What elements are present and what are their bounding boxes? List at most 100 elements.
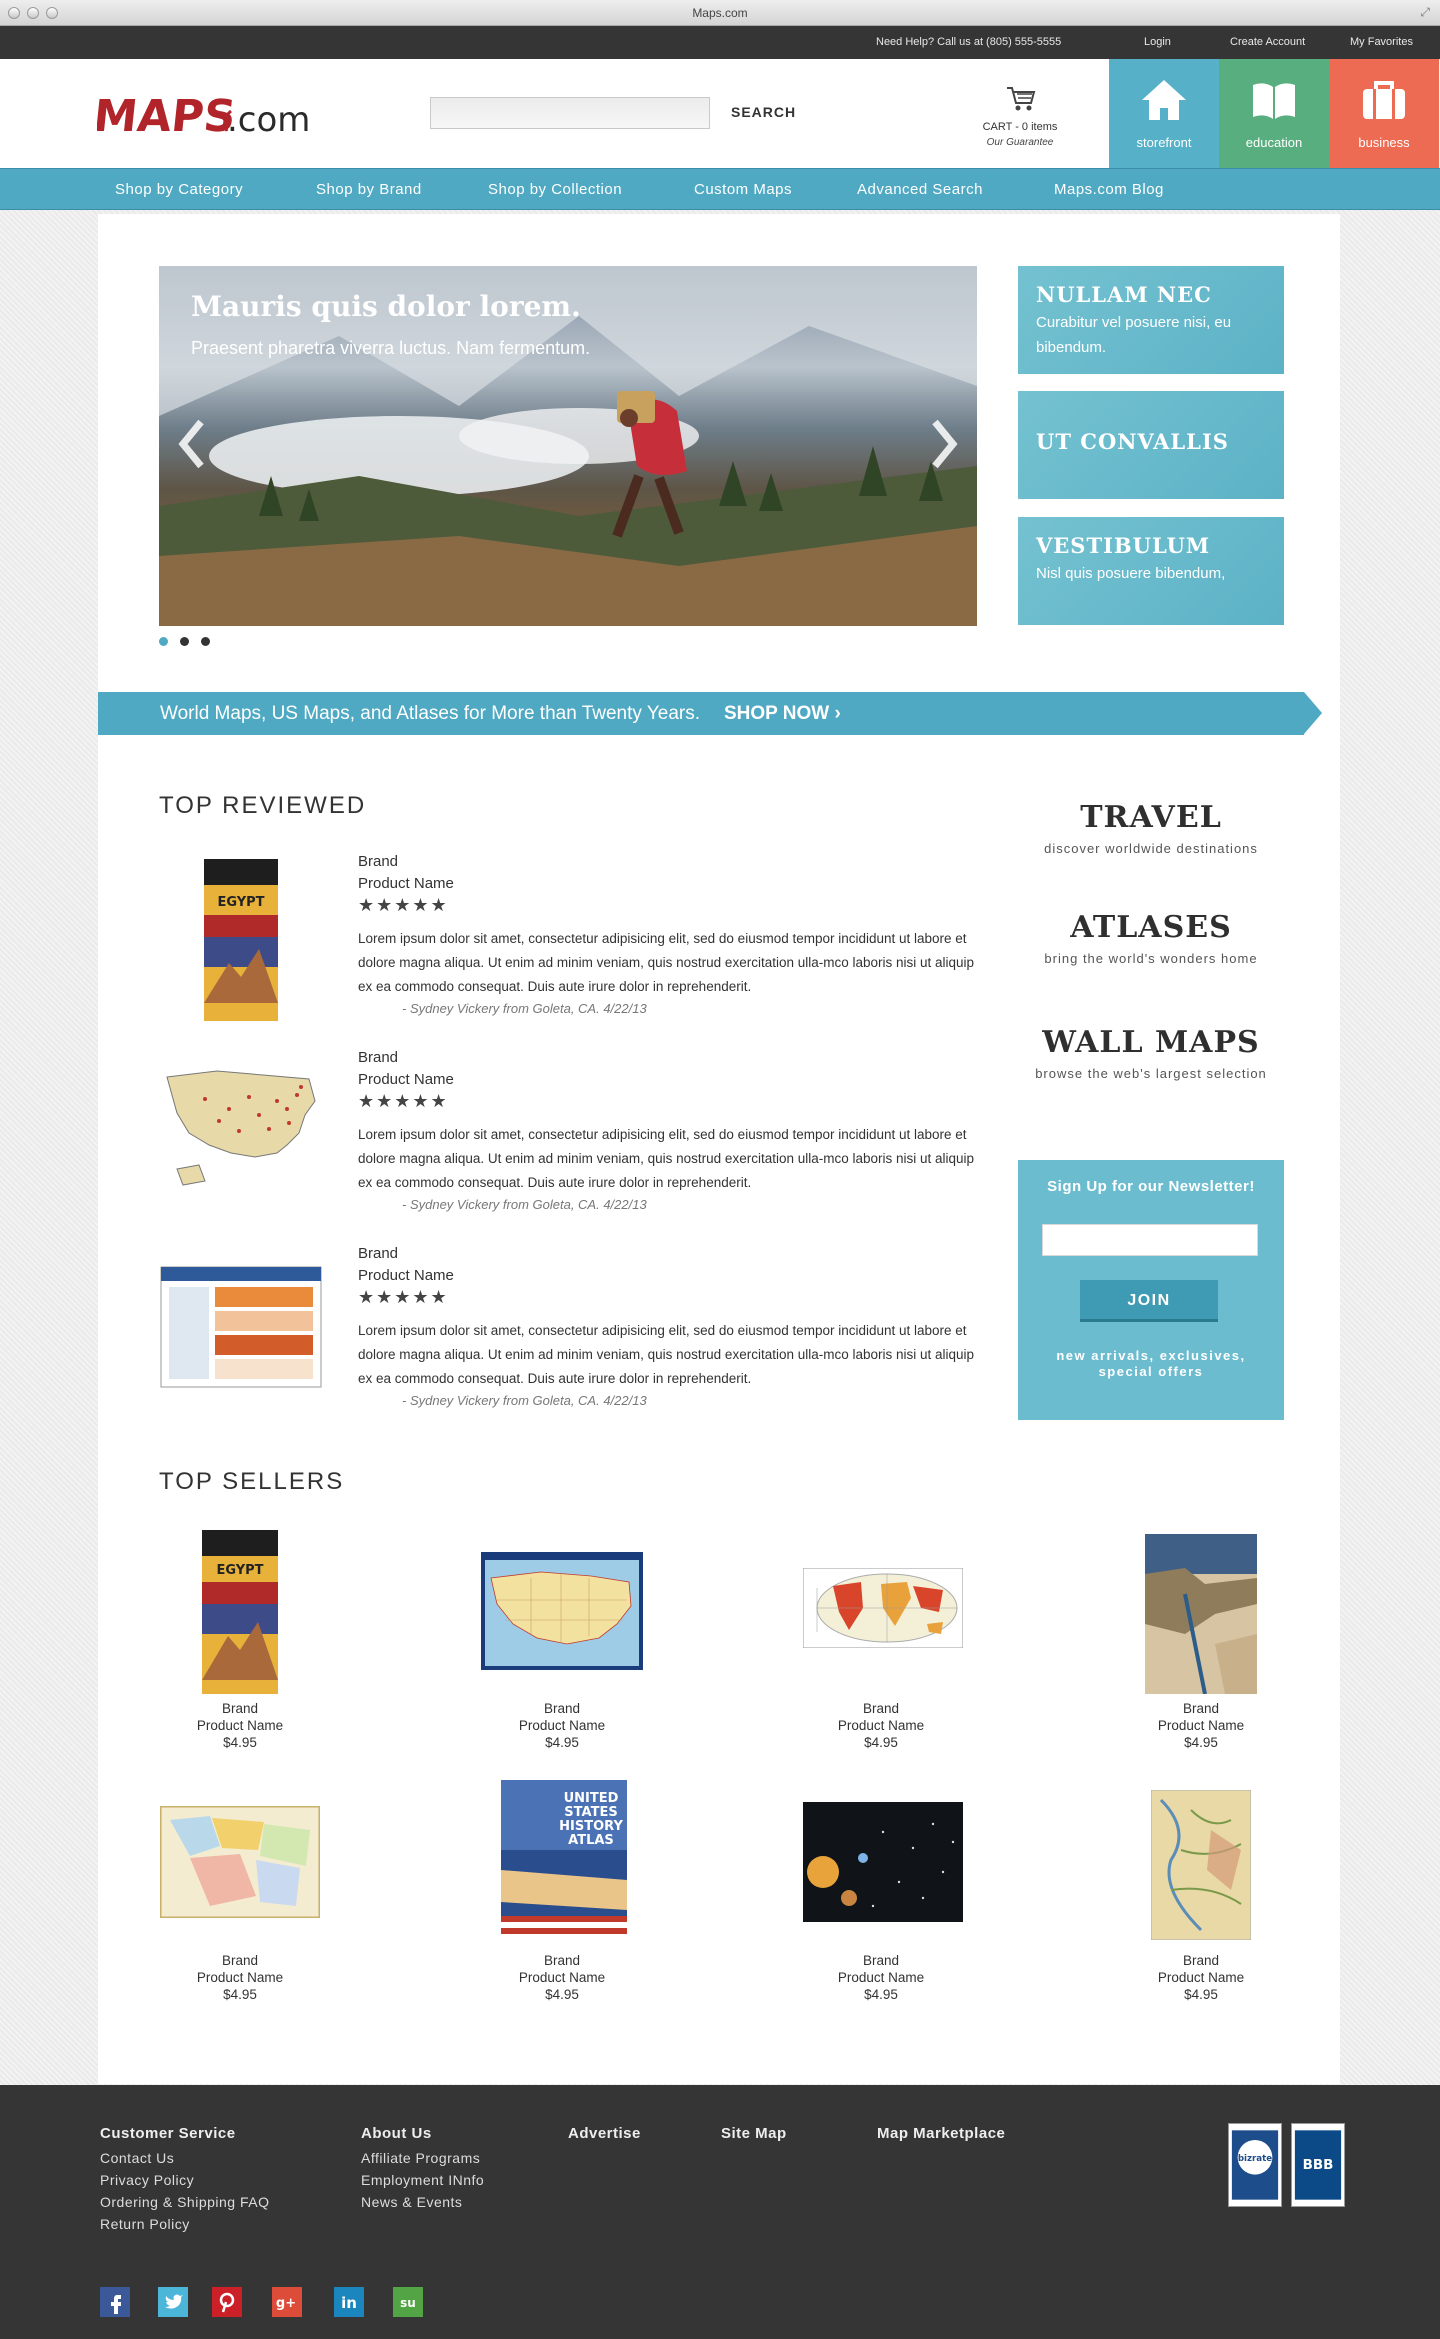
carousel-dot-2[interactable] [180,637,189,646]
nav-custom-maps[interactable]: Custom Maps [694,181,792,198]
review-brand[interactable]: Brand [358,853,398,870]
review-text: Lorem ipsum dolor sit amet, consectetur … [358,1127,975,1190]
footer-link-news[interactable]: News & Events [361,2191,484,2213]
carousel-dot-1[interactable] [159,637,168,646]
seller-item[interactable]: EGYPT Brand Product Name $4.95 [140,1528,340,1758]
googleplus-icon[interactable]: g+ [272,2287,302,2317]
footer-sitemap-link[interactable]: Site Map [721,2125,787,2142]
footer-link-employment[interactable]: Employment INnfo [361,2169,484,2191]
create-account-link[interactable]: Create Account [1230,36,1305,48]
svg-text:UNITED: UNITED [564,1791,619,1806]
promo-title: NULLAM NEC [1036,282,1212,307]
seller-item[interactable]: Brand Product Name $4.95 [781,1780,981,2010]
review-product-name[interactable]: Product Name [358,1071,454,1088]
seller-product-name: Product Name [196,1970,284,1985]
category-title: WALL MAPS [1042,1025,1260,1060]
seller-item[interactable]: Brand Product Name $4.95 [781,1528,981,1758]
category-subtitle: discover worldwide destinations [1044,841,1258,856]
pinterest-icon[interactable] [212,2287,242,2317]
egypt-map-thumbnail[interactable]: EGYPT [159,853,324,1023]
seller-brand: Brand [221,1953,259,1968]
nav-shop-by-category[interactable]: Shop by Category [115,181,243,198]
cart-status[interactable]: CART - 0 items [940,121,1100,133]
nav-shop-by-collection[interactable]: Shop by Collection [488,181,622,198]
tab-storefront-label: storefront [1136,135,1192,150]
seller-item[interactable]: Brand Product Name $4.95 [462,1528,662,1758]
newsletter-email-input[interactable] [1042,1224,1258,1256]
hero-carousel[interactable]: Mauris quis dolor lorem. Praesent pharet… [159,266,977,626]
carousel-next-icon[interactable] [929,414,959,474]
search-button[interactable]: SEARCH [731,104,796,120]
footer-link-returns[interactable]: Return Policy [100,2213,269,2235]
review-stars: ★★★★★ [358,1287,449,1307]
svg-text:g+: g+ [276,2296,296,2311]
shop-now-link[interactable]: SHOP NOW › [724,703,841,725]
bizrate-badge[interactable]: bizrate [1228,2123,1282,2207]
category-atlases[interactable]: ATLASES bring the world's wonders home [1018,910,1284,966]
svg-text:su: su [400,2296,416,2310]
tab-business[interactable]: business [1329,59,1439,168]
us-wall-map-image [481,1552,643,1670]
promo-title: VESTIBULUM [1036,533,1211,558]
seller-item[interactable]: Brand Product Name $4.95 [1101,1528,1301,1758]
promo-ut-convallis[interactable]: UT CONVALLIS [1018,391,1284,499]
tab-storefront[interactable]: storefront [1109,59,1219,168]
guarantee-link[interactable]: Our Guarantee [940,137,1100,148]
svg-text:STATES: STATES [564,1805,617,1820]
promo-text: Nisl quis posuere bibendum, [1036,565,1226,582]
footer-link-privacy[interactable]: Privacy Policy [100,2169,269,2191]
review-product-name[interactable]: Product Name [358,1267,454,1284]
carousel-dot-3[interactable] [201,637,210,646]
review-brand[interactable]: Brand [358,1245,398,1262]
fullscreen-icon[interactable]: ⤢ [1420,5,1430,20]
world-map-image [803,1568,963,1648]
seller-item[interactable]: UNITED STATES HISTORY ATLAS Brand Produc… [462,1780,662,2010]
maps-logo[interactable]: MAPS .com [97,85,342,145]
twitter-icon[interactable] [158,2287,188,2317]
shop-now-banner[interactable]: World Maps, US Maps, and Atlases for Mor… [98,692,1322,735]
top-reviewed-title: TOP REVIEWED [159,792,367,819]
seller-price: $4.95 [223,1987,257,2002]
nav-advanced-search[interactable]: Advanced Search [857,181,983,198]
linkedin-icon[interactable]: in [334,2287,364,2317]
facebook-icon[interactable] [100,2287,130,2317]
svg-text:in: in [341,2294,357,2312]
nav-blog[interactable]: Maps.com Blog [1054,181,1164,198]
search-input[interactable] [430,97,710,129]
footer-customer-service: Customer Service Contact Us Privacy Poli… [100,2125,269,2235]
promo-nullam-nec[interactable]: NULLAM NEC Curabitur vel posuere nisi, e… [1018,266,1284,374]
category-travel[interactable]: TRAVEL discover worldwide destinations [1018,800,1284,856]
review-product-name[interactable]: Product Name [358,875,454,892]
cart-icon[interactable] [1005,85,1037,113]
us-map-thumbnail[interactable] [159,1049,324,1219]
briefcase-icon [1363,81,1405,119]
footer-marketplace-link[interactable]: Map Marketplace [877,2125,1005,2142]
chart-map-thumbnail[interactable] [159,1245,324,1415]
footer-link-affiliate[interactable]: Affiliate Programs [361,2147,484,2169]
category-wall-maps[interactable]: WALL MAPS browse the web's largest selec… [1018,1025,1284,1081]
seller-item[interactable]: Brand Product Name $4.95 [1101,1780,1301,2010]
svg-text:ATLAS: ATLAS [568,1833,614,1848]
footer-link-contact[interactable]: Contact Us [100,2147,269,2169]
promo-vestibulum[interactable]: VESTIBULUM Nisl quis posuere bibendum, [1018,517,1284,625]
join-button[interactable]: JOIN [1080,1280,1218,1322]
window-title: Maps.com [692,6,748,20]
seller-price: $4.95 [1184,1987,1218,2002]
seller-item[interactable]: Brand Product Name $4.95 [140,1780,340,2010]
nav-shop-by-brand[interactable]: Shop by Brand [316,181,422,198]
banner-text: World Maps, US Maps, and Atlases for Mor… [160,703,701,724]
tab-education[interactable]: education [1219,59,1329,168]
carousel-prev-icon[interactable] [177,414,207,474]
footer-advertise-link[interactable]: Advertise [568,2125,641,2142]
login-link[interactable]: Login [1144,36,1171,48]
bbb-badge[interactable]: BBB [1291,2123,1345,2207]
review-brand[interactable]: Brand [358,1049,398,1066]
review-attribution: - Sydney Vickery from Goleta, CA. 4/22/1… [402,1197,647,1212]
seller-price: $4.95 [1184,1735,1218,1750]
newsletter-title: Sign Up for our Newsletter! [1047,1178,1255,1195]
solar-system-map-image [803,1802,963,1922]
seller-product-name: Product Name [1157,1718,1245,1733]
footer-link-shipping-faq[interactable]: Ordering & Shipping FAQ [100,2191,269,2213]
favorites-link[interactable]: My Favorites [1350,36,1413,48]
stumbleupon-icon[interactable]: su [393,2287,423,2317]
